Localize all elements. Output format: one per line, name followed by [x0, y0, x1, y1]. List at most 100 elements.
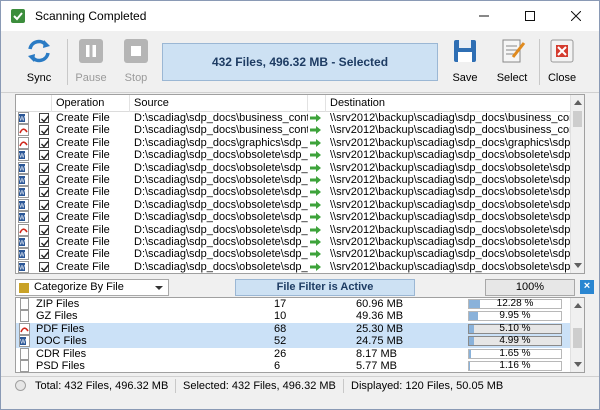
scroll-up-icon[interactable]	[574, 100, 582, 105]
maximize-icon	[525, 11, 535, 21]
table-row[interactable]: W Create File D:\scadiag\sdp_docs\business…	[16, 112, 572, 124]
row-checkbox[interactable]	[39, 261, 50, 272]
source-cell: D:\scadiag\sdp_docs\business_continuit..…	[134, 124, 308, 137]
destination-cell: \\srv2012\backup\scadiag\sdp_docs\obsole…	[330, 260, 572, 273]
arrow-right-icon	[310, 126, 321, 135]
row-checkbox[interactable]	[39, 113, 50, 123]
file-icon	[20, 360, 29, 372]
table-row[interactable]: W Create File D:\scadiag\sdp_docs\obsolete…	[16, 161, 572, 174]
source-cell: D:\scadiag\sdp_docs\graphics\sdp_cd\s...	[134, 136, 308, 149]
scroll-down-icon[interactable]	[574, 362, 582, 367]
scroll-thumb[interactable]	[573, 328, 582, 348]
checkmark-icon	[41, 127, 50, 135]
category-size: 5.77 MB	[356, 360, 397, 372]
category-name: GZ Files	[36, 310, 78, 323]
pause-button[interactable]: Pause	[71, 35, 111, 89]
status-displayed: Displayed: 120 Files, 50.05 MB	[351, 380, 504, 392]
sync-icon	[28, 39, 50, 63]
row-checkbox[interactable]	[39, 199, 50, 210]
doc-file-icon: W	[19, 335, 30, 348]
row-checkbox[interactable]	[39, 125, 50, 136]
minimize-button[interactable]	[461, 1, 507, 31]
header-destination[interactable]: Destination	[326, 95, 572, 112]
toolbar-separator	[67, 39, 68, 85]
status-indicator-icon	[15, 380, 26, 391]
category-scrollbar[interactable]	[570, 298, 584, 372]
file-icon	[20, 310, 29, 323]
row-checkbox[interactable]	[39, 162, 50, 173]
scroll-down-icon[interactable]	[574, 263, 582, 268]
header-source[interactable]: Source	[130, 95, 308, 112]
table-row[interactable]: W Create File D:\scadiag\sdp_docs\obsolete…	[16, 236, 572, 248]
pdf-file-icon	[18, 124, 29, 137]
header-operation[interactable]: Operation	[52, 95, 130, 112]
scroll-thumb[interactable]	[573, 111, 582, 127]
operations-grid[interactable]: Operation Source Destination W Create Fil…	[15, 94, 585, 274]
checkmark-icon	[41, 165, 50, 173]
category-name: PDF Files	[36, 322, 85, 335]
source-cell: D:\scadiag\sdp_docs\obsolete\sdp_dev_...	[134, 248, 308, 261]
arrow-right-icon	[310, 114, 321, 122]
categorize-select[interactable]: Categorize By File Extension	[15, 279, 169, 308]
table-row[interactable]: W Create File D:\scadiag\sdp_docs\obsolete…	[16, 174, 572, 186]
table-row[interactable]: W Create File D:\scadiag\sdp_docs\obsolete…	[16, 186, 572, 199]
table-row[interactable]: W Create File D:\scadiag\sdp_docs\obsolete…	[16, 149, 572, 162]
category-list[interactable]: ZIP Files 17 60.96 MB 12.28 % GZ Files 10 49.3…	[15, 297, 585, 373]
source-cell: D:\scadiag\sdp_docs\obsolete\sdp_dts_...	[134, 260, 308, 273]
svg-text:W: W	[19, 265, 25, 271]
close-button[interactable]: Close	[542, 35, 582, 89]
category-row[interactable]: W DOC Files 52 24.75 MB 4.99 %	[16, 335, 572, 348]
sync-label: Sync	[26, 72, 52, 84]
table-row[interactable]: Create File D:\scadiag\sdp_docs\obsolete\…	[16, 223, 572, 236]
row-checkbox[interactable]	[39, 237, 50, 247]
destination-cell: \\srv2012\backup\scadiag\sdp_docs\obsole…	[330, 149, 572, 162]
scroll-up-icon[interactable]	[574, 303, 582, 308]
close-filter-icon[interactable]: ×	[580, 280, 594, 294]
close-window-button[interactable]	[553, 1, 599, 31]
save-label: Save	[452, 72, 478, 84]
category-size: 8.17 MB	[356, 347, 397, 360]
table-row[interactable]: Create File D:\scadiag\sdp_docs\business_…	[16, 124, 572, 137]
category-percent: 1.16 %	[499, 360, 531, 371]
operation-cell: Create File	[56, 174, 110, 186]
table-row[interactable]: Create File D:\scadiag\sdp_docs\graphics\…	[16, 136, 572, 149]
row-checkbox[interactable]	[39, 212, 50, 223]
row-checkbox[interactable]	[39, 224, 50, 235]
doc-file-icon: W	[18, 186, 29, 199]
table-row[interactable]: W Create File D:\scadiag\sdp_docs\obsolete…	[16, 260, 572, 273]
stop-icon	[124, 39, 148, 63]
grid-scrollbar[interactable]	[570, 95, 584, 273]
select-button[interactable]: Select	[492, 35, 532, 89]
operation-cell: Create File	[56, 198, 110, 211]
arrow-right-icon	[310, 250, 321, 259]
row-checkbox[interactable]	[39, 150, 50, 161]
category-row[interactable]: GZ Files 10 49.36 MB 9.95 %	[16, 310, 572, 323]
category-size: 24.75 MB	[356, 335, 404, 348]
row-checkbox[interactable]	[39, 249, 50, 260]
status-total: Total: 432 Files, 496.32 MB	[35, 380, 169, 392]
category-row[interactable]: PSD Files 6 5.77 MB 1.16 %	[16, 360, 572, 372]
operation-cell: Create File	[56, 112, 110, 124]
table-row[interactable]: W Create File D:\scadiag\sdp_docs\obsolete…	[16, 198, 572, 211]
category-row[interactable]: CDR Files 26 8.17 MB 1.65 %	[16, 347, 572, 360]
maximize-button[interactable]	[507, 1, 553, 31]
stop-button[interactable]: Stop	[116, 35, 156, 89]
sync-button[interactable]: Sync	[19, 35, 59, 89]
svg-text:W: W	[19, 216, 25, 222]
svg-text:W: W	[19, 154, 25, 160]
close-icon	[570, 10, 582, 22]
table-row[interactable]: W Create File D:\scadiag\sdp_docs\obsolete…	[16, 211, 572, 224]
row-checkbox[interactable]	[39, 187, 50, 198]
operation-cell: Create File	[56, 149, 110, 162]
row-checkbox[interactable]	[39, 175, 50, 185]
row-checkbox[interactable]	[39, 137, 50, 148]
filter-status-badge: File Filter is Active	[235, 279, 415, 296]
doc-file-icon: W	[18, 198, 29, 211]
svg-text:W: W	[19, 179, 25, 185]
table-row[interactable]: W Create File D:\scadiag\sdp_docs\obsolete…	[16, 248, 572, 261]
category-row[interactable]: ZIP Files 17 60.96 MB 12.28 %	[16, 298, 572, 310]
doc-file-icon: W	[18, 248, 29, 261]
save-button[interactable]: Save	[445, 35, 485, 89]
category-percent-bar: 4.99 %	[468, 335, 562, 347]
category-row[interactable]: PDF Files 68 25.30 MB 5.10 %	[16, 322, 572, 336]
